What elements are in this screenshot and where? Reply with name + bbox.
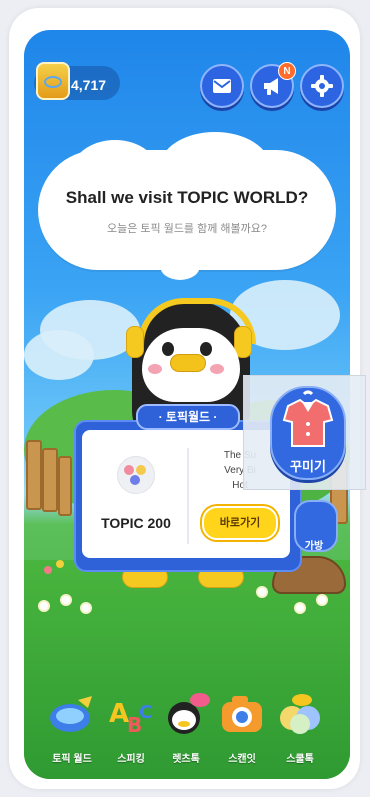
shirt-icon xyxy=(282,390,334,447)
background-cloud xyxy=(24,330,94,380)
camera-icon xyxy=(222,696,262,732)
flower xyxy=(258,588,266,596)
topic-divider xyxy=(187,448,189,544)
flower xyxy=(40,602,48,610)
flower xyxy=(318,596,326,604)
nav-speaking[interactable]: A B C 스피킹 xyxy=(103,692,159,766)
nav-school-talk[interactable]: 스쿨톡 xyxy=(272,692,328,766)
nav-label: 스쿨톡 xyxy=(286,754,314,765)
nav-topic-world[interactable]: 토픽 월드 xyxy=(44,692,100,766)
coin-value: 4,717 xyxy=(71,77,107,93)
notice-button[interactable]: N xyxy=(250,62,296,108)
penguin-beak xyxy=(170,354,206,372)
megaphone-icon xyxy=(264,78,278,95)
avatar-dot xyxy=(136,465,146,475)
settings-button[interactable] xyxy=(300,64,344,108)
headphone-left xyxy=(126,326,144,358)
nav-label: 스캔잇 xyxy=(228,754,256,765)
nav-label: 렛츠톡 xyxy=(172,754,200,765)
penguin-eye xyxy=(200,342,212,356)
speech-subtitle: 오늘은 토픽 월드를 함께 해볼까요? xyxy=(106,223,268,235)
airplane-icon xyxy=(50,696,92,732)
gear-icon xyxy=(311,75,333,97)
topic-world-tab: · 토픽월드 · xyxy=(136,404,240,430)
coin-jar-icon xyxy=(36,62,70,100)
flower xyxy=(62,596,70,604)
talk-penguin-icon xyxy=(168,693,210,734)
fence-post xyxy=(42,448,58,512)
flower xyxy=(82,604,90,612)
flower xyxy=(56,560,64,568)
speech-title: Shall we visit TOPIC WORLD? xyxy=(65,188,309,207)
fence-post xyxy=(26,440,42,510)
penguin-cheek xyxy=(148,364,162,374)
bag-label: 가방 xyxy=(304,541,324,552)
notification-badge: N xyxy=(278,62,296,80)
flower xyxy=(296,604,304,612)
avatar-dot xyxy=(130,475,140,485)
flower xyxy=(44,566,52,574)
mail-button[interactable] xyxy=(200,64,244,108)
go-button[interactable]: 바로가기 xyxy=(202,506,278,540)
abc-icon: A B C xyxy=(109,699,152,736)
svg-text:C: C xyxy=(139,702,152,723)
nav-label: 스피킹 xyxy=(117,754,145,765)
fence-post xyxy=(58,456,72,516)
nav-scan-it[interactable]: 스캔잇 xyxy=(214,692,270,766)
topic-avatar xyxy=(117,456,155,494)
penguin-eye xyxy=(162,342,174,356)
school-chat-icon xyxy=(280,694,320,734)
penguin-cheek xyxy=(210,364,224,374)
speech-cloud-tail xyxy=(160,252,200,280)
avatar-dot xyxy=(124,465,134,475)
dress-up-label: 꾸미기 xyxy=(290,459,326,474)
topic-name: TOPIC 200 xyxy=(101,515,171,531)
mail-icon xyxy=(213,79,231,93)
nav-label: 토픽 월드 xyxy=(52,754,92,765)
nav-lets-talk[interactable]: 렛츠톡 xyxy=(158,692,214,766)
